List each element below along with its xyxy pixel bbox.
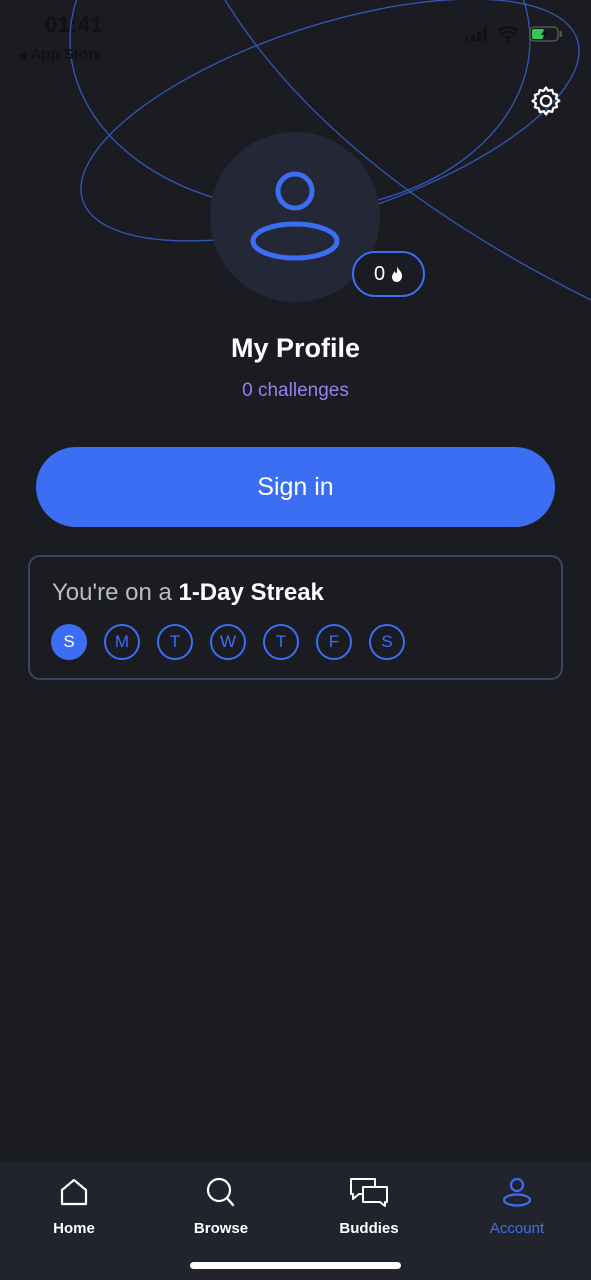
streak-badge: 0 (352, 251, 425, 297)
day-wednesday: W (210, 624, 246, 660)
day-sunday: S (51, 624, 87, 660)
tab-buddies[interactable]: Buddies (309, 1170, 429, 1237)
challenges-count[interactable]: 0 challenges (0, 380, 591, 402)
tab-home-label: Home (53, 1220, 95, 1237)
back-label: App Store (30, 46, 103, 63)
day-saturday: S (369, 624, 405, 660)
chat-bubbles-icon (350, 1178, 388, 1207)
day-thursday: T (263, 624, 299, 660)
sign-in-button[interactable]: Sign in (36, 447, 555, 527)
day-monday: M (104, 624, 140, 660)
search-icon (206, 1177, 235, 1207)
day-friday: F (316, 624, 352, 660)
day-tuesday: T (157, 624, 193, 660)
signal-icon (465, 27, 487, 41)
streak-card: You're on a 1-Day Streak S M T W T F S (28, 555, 563, 680)
home-icon (60, 1178, 88, 1206)
tab-browse[interactable]: Browse (161, 1170, 281, 1237)
wifi-icon (497, 26, 519, 42)
tab-account[interactable]: Account (457, 1170, 577, 1237)
tab-buddies-label: Buddies (339, 1220, 399, 1237)
tab-browse-label: Browse (193, 1220, 249, 1237)
settings-button[interactable] (527, 82, 565, 120)
streak-prefix: You're on a (52, 579, 179, 606)
back-to-app-store[interactable]: ◀ App Store (18, 46, 102, 63)
streak-days: S M T W T F S (51, 624, 405, 660)
streak-text: You're on a 1-Day Streak (52, 579, 324, 607)
profile-title: My Profile (230, 333, 361, 363)
account-icon (502, 1177, 532, 1207)
home-indicator[interactable] (190, 1262, 401, 1269)
battery-icon (529, 26, 562, 42)
streak-highlight: 1-Day Streak (178, 579, 324, 606)
tab-account-label: Account (489, 1220, 545, 1237)
flame-icon (392, 266, 403, 282)
back-arrow-icon: ◀ (18, 49, 27, 61)
user-icon (250, 171, 340, 261)
tab-home[interactable]: Home (14, 1170, 134, 1237)
status-icons (465, 26, 563, 42)
gear-icon (531, 86, 561, 116)
streak-count: 0 (373, 262, 386, 285)
status-time: 01:41 (45, 12, 103, 37)
